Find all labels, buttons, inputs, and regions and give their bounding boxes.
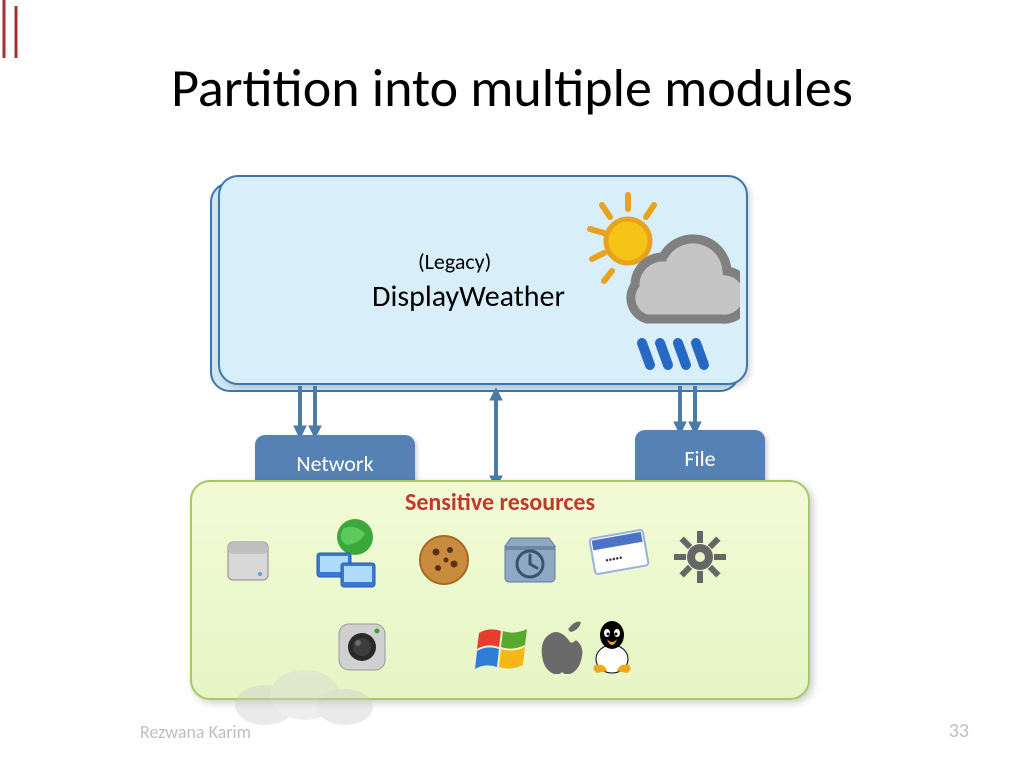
time-machine-icon xyxy=(498,528,562,592)
weather-icon xyxy=(580,185,740,375)
slide-title: Partition into multiple modules xyxy=(0,55,1024,121)
network-globe-icon xyxy=(305,515,385,595)
legacy-tag: (Legacy) xyxy=(418,248,491,275)
sensitive-resources-title: Sensitive resources xyxy=(405,488,595,517)
windows-icon xyxy=(470,618,534,682)
disk-icon xyxy=(216,528,280,592)
arrow-red-left xyxy=(0,0,8,58)
arrow-center-bidir xyxy=(486,388,506,488)
arrow-top-to-file xyxy=(670,386,710,436)
cookie-icon xyxy=(412,528,476,592)
arrow-top-to-network xyxy=(290,386,330,441)
footer-page-number: 33 xyxy=(949,719,969,743)
arrow-red-right xyxy=(12,6,20,58)
linux-icon xyxy=(580,614,644,678)
gear-icon xyxy=(668,525,732,589)
module-name: DisplayWeather xyxy=(372,278,565,315)
password-icon: ••••• xyxy=(582,522,652,580)
footer-author: Rezwana Karim xyxy=(140,721,251,743)
